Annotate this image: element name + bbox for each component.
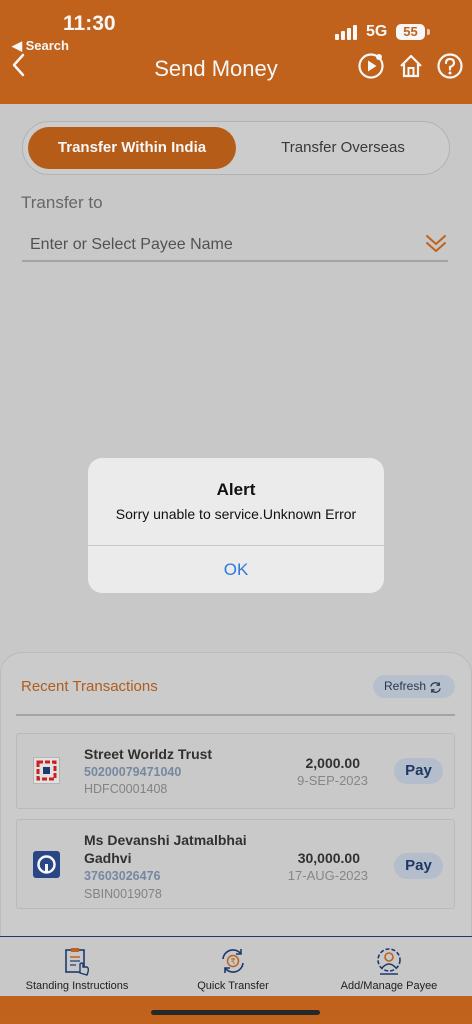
- ok-button[interactable]: OK: [88, 546, 384, 593]
- alert-message: Sorry unable to service.Unknown Error: [115, 506, 357, 522]
- alert-title: Alert: [216, 480, 256, 499]
- alert-dialog: Alert Sorry unable to service.Unknown Er…: [88, 458, 384, 593]
